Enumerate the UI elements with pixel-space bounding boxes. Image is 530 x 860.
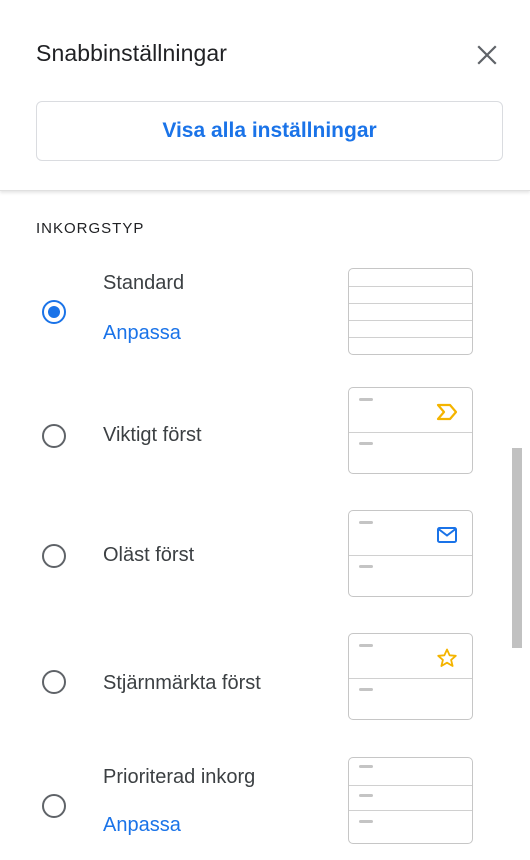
panel-title: Snabbinställningar bbox=[36, 40, 228, 66]
priority-inbox-thumbnail bbox=[348, 757, 473, 844]
inbox-type-heading: INKORGSTYP bbox=[36, 220, 145, 237]
close-icon bbox=[477, 45, 497, 65]
quick-settings-panel: Snabbinställningar Visa alla inställning… bbox=[0, 0, 530, 860]
option-label: Prioriterad inkorg bbox=[103, 766, 256, 788]
radio-important-first[interactable] bbox=[42, 424, 66, 448]
unread-first-thumbnail bbox=[348, 510, 473, 597]
radio-unread-first[interactable] bbox=[42, 544, 66, 568]
option-label: Oläst först bbox=[103, 544, 195, 566]
customize-priority-link[interactable]: Anpassa bbox=[103, 814, 181, 837]
scrollbar-thumb[interactable] bbox=[512, 448, 522, 648]
radio-priority-inbox[interactable] bbox=[42, 794, 66, 818]
option-label: Viktigt först bbox=[103, 424, 202, 446]
option-label: Stjärnmärkta först bbox=[103, 672, 261, 694]
radio-standard[interactable] bbox=[42, 300, 66, 324]
option-label: Standard bbox=[103, 272, 185, 294]
important-icon bbox=[436, 403, 458, 421]
important-first-thumbnail bbox=[348, 387, 473, 474]
customize-standard-link[interactable]: Anpassa bbox=[103, 322, 181, 345]
starred-first-thumbnail bbox=[348, 633, 473, 720]
star-icon bbox=[437, 648, 457, 667]
close-button[interactable] bbox=[470, 38, 504, 72]
standard-inbox-thumbnail bbox=[348, 268, 473, 355]
quick-settings-header: Snabbinställningar Visa alla inställning… bbox=[0, 0, 530, 191]
radio-starred-first[interactable] bbox=[42, 670, 66, 694]
mail-icon bbox=[437, 527, 457, 543]
see-all-settings-button[interactable]: Visa alla inställningar bbox=[36, 101, 503, 161]
